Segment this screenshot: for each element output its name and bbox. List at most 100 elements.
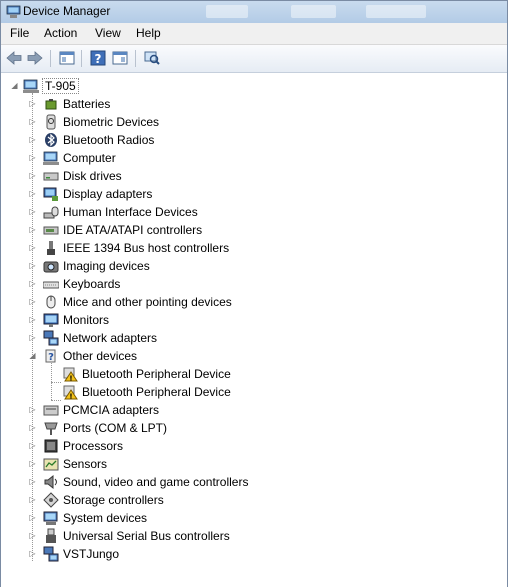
ide-controller-icon xyxy=(43,226,59,235)
expand-arrow-icon[interactable]: ▷ xyxy=(28,135,37,144)
expand-arrow-icon[interactable]: ▷ xyxy=(28,99,37,108)
expand-arrow-icon[interactable]: ▷ xyxy=(28,423,37,432)
expand-arrow-icon[interactable]: ▷ xyxy=(28,261,37,270)
tree-node[interactable]: ▷ Display adapters xyxy=(1,185,501,203)
tree-node[interactable]: ▷ Biometric Devices xyxy=(1,113,501,131)
expand-arrow-icon[interactable]: ▷ xyxy=(28,549,37,558)
tree-node[interactable]: ▷ Sensors xyxy=(1,455,501,473)
tree-node[interactable]: ▷ Keyboards xyxy=(1,275,501,293)
menu-help[interactable]: Help xyxy=(136,26,161,40)
expand-arrow-icon[interactable]: ▷ xyxy=(28,513,37,522)
keyboard-icon xyxy=(43,281,59,289)
forward-arrow-icon xyxy=(27,51,43,65)
expand-arrow-icon[interactable]: ▷ xyxy=(28,225,37,234)
tree-node[interactable]: ▷ Sound, video and game controllers xyxy=(1,473,501,491)
tree-node-label: PCMCIA adapters xyxy=(63,403,160,417)
back-button[interactable] xyxy=(5,49,23,67)
show-hide-console-tree-button[interactable] xyxy=(58,49,76,67)
help-button[interactable]: ? xyxy=(89,49,107,67)
tree-node-label: Mice and other pointing devices xyxy=(63,295,232,309)
menu-action[interactable]: Action xyxy=(44,26,77,40)
tree-node-label: Sensors xyxy=(63,457,108,471)
computer-icon xyxy=(23,79,39,93)
tree-node[interactable]: ▷ Bluetooth Radios xyxy=(1,131,501,149)
expand-arrow-icon[interactable]: ▷ xyxy=(28,315,37,324)
expand-arrow-icon[interactable]: ▷ xyxy=(28,405,37,414)
tree-node[interactable]: ▷ Storage controllers xyxy=(1,491,501,509)
port-icon xyxy=(44,422,58,435)
tree-node-label: Display adapters xyxy=(63,187,153,201)
expand-arrow-icon[interactable]: ▷ xyxy=(28,495,37,504)
menu-file[interactable]: File xyxy=(10,26,29,40)
expand-arrow-icon[interactable]: ▷ xyxy=(28,333,37,342)
hid-icon xyxy=(43,206,59,219)
expand-arrow-icon[interactable]: ▷ xyxy=(28,279,37,288)
mouse-icon xyxy=(46,295,56,309)
tree-node[interactable]: ▷ VSTJungo xyxy=(1,545,501,563)
expand-arrow-icon[interactable]: ▷ xyxy=(28,171,37,180)
tree-node[interactable]: ▷ IEEE 1394 Bus host controllers xyxy=(1,239,501,257)
tree-node[interactable]: ▷ Ports (COM & LPT) xyxy=(1,419,501,437)
toolbar-separator xyxy=(81,50,82,67)
tree-node[interactable]: ▷ Imaging devices xyxy=(1,257,501,275)
blurred-region xyxy=(291,5,336,18)
console-tree-icon xyxy=(59,51,75,65)
tree-node-label: IEEE 1394 Bus host controllers xyxy=(63,241,230,255)
tree-node[interactable]: ▷ Network adapters xyxy=(1,329,501,347)
tree-node-label: Imaging devices xyxy=(63,259,150,273)
scan-hardware-icon xyxy=(144,51,160,65)
forward-button[interactable] xyxy=(26,49,44,67)
menu-view[interactable]: View xyxy=(95,26,121,40)
toolbar-separator xyxy=(135,50,136,67)
toolbar-separator xyxy=(50,50,51,67)
biometric-icon xyxy=(46,114,56,130)
tree-node-label: Monitors xyxy=(63,313,110,327)
expand-arrow-icon[interactable]: ▷ xyxy=(28,207,37,216)
bluetooth-icon xyxy=(45,133,57,147)
collapse-arrow-icon[interactable]: ◢ xyxy=(10,81,19,90)
tree-node-root[interactable]: ◢ T-905 xyxy=(1,77,501,95)
expand-arrow-icon[interactable]: ▷ xyxy=(28,459,37,468)
help-icon: ? xyxy=(90,50,106,66)
tree-node-label: Universal Serial Bus controllers xyxy=(63,529,230,543)
expand-arrow-icon[interactable]: ▷ xyxy=(28,297,37,306)
warning-device-icon: ! xyxy=(63,385,78,401)
scan-hardware-changes-button[interactable] xyxy=(143,49,161,67)
storage-controller-icon xyxy=(43,492,59,508)
expand-arrow-icon[interactable]: ▷ xyxy=(28,153,37,162)
tree-node[interactable]: ▷ System devices xyxy=(1,509,501,527)
tree-node[interactable]: ◢? Other devices xyxy=(1,347,501,365)
tree-node[interactable]: ▷ Computer xyxy=(1,149,501,167)
pcmcia-icon xyxy=(43,405,59,416)
expand-arrow-icon[interactable]: ▷ xyxy=(28,531,37,540)
tree-node[interactable]: ▷ PCMCIA adapters xyxy=(1,401,501,419)
blurred-region xyxy=(206,5,248,18)
tree-node-label: Ports (COM & LPT) xyxy=(63,421,168,435)
tree-node[interactable]: ▷ Universal Serial Bus controllers xyxy=(1,527,501,545)
tree-node[interactable]: ▷ IDE ATA/ATAPI controllers xyxy=(1,221,501,239)
svg-text:!: ! xyxy=(69,375,72,383)
expand-arrow-icon[interactable]: ▷ xyxy=(28,189,37,198)
tree-node[interactable]: ▷ Disk drives xyxy=(1,167,501,185)
collapse-arrow-icon[interactable]: ◢ xyxy=(28,351,37,360)
tree-node[interactable]: ▷ Human Interface Devices xyxy=(1,203,501,221)
expand-arrow-icon[interactable]: ▷ xyxy=(28,477,37,486)
tree-node[interactable]: ▷ Batteries xyxy=(1,95,501,113)
tree-child-node[interactable]: ! Bluetooth Peripheral Device xyxy=(1,365,501,383)
tree-node-label: Human Interface Devices xyxy=(63,205,198,219)
camera-icon xyxy=(43,261,59,273)
tree-node[interactable]: ▷ Monitors xyxy=(1,311,501,329)
svg-text:!: ! xyxy=(69,393,72,401)
tree-node[interactable]: ▷ Processors xyxy=(1,437,501,455)
tree-node-label: Processors xyxy=(63,439,124,453)
tree-node-label: Keyboards xyxy=(63,277,121,291)
expand-arrow-icon[interactable]: ▷ xyxy=(28,441,37,450)
tree-child-node[interactable]: ! Bluetooth Peripheral Device xyxy=(1,383,501,401)
tree-node-label: Bluetooth Peripheral Device xyxy=(82,385,231,399)
expand-arrow-icon[interactable]: ▷ xyxy=(28,243,37,252)
expand-arrow-icon[interactable]: ▷ xyxy=(28,117,37,126)
battery-icon xyxy=(45,99,57,110)
show-action-pane-button[interactable] xyxy=(111,49,129,67)
tree-node[interactable]: ▷ Mice and other pointing devices xyxy=(1,293,501,311)
title-bar[interactable]: Device Manager xyxy=(1,1,507,23)
